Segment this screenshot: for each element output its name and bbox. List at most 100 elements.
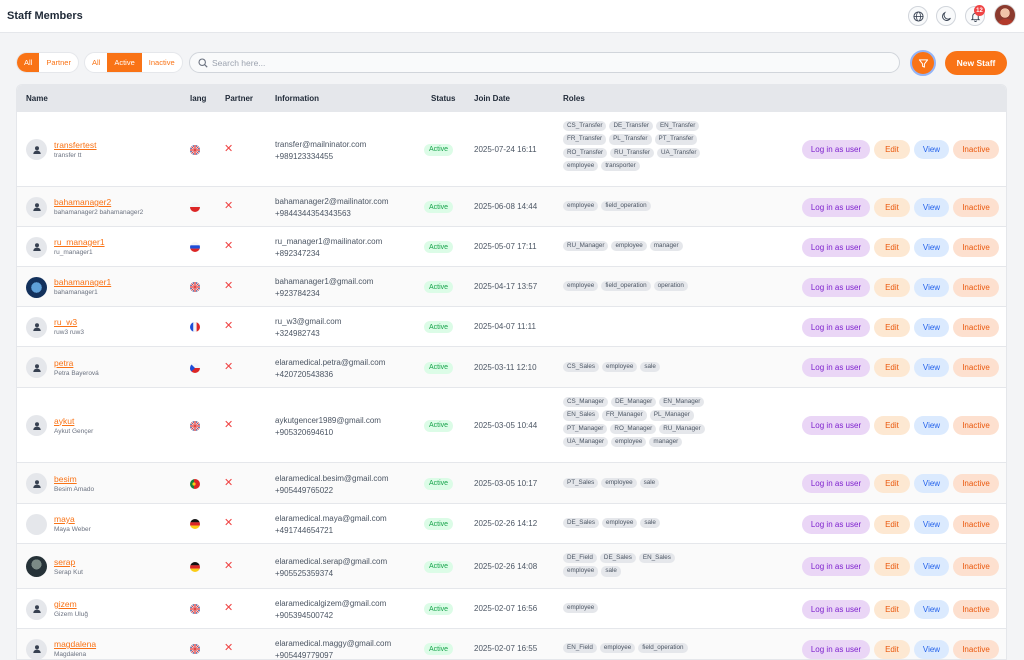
username-link[interactable]: ru_manager1 [54, 237, 105, 247]
view-button[interactable]: View [914, 317, 949, 337]
role-chip: PT_Sales [563, 477, 599, 488]
deactivate-button[interactable]: Inactive [953, 140, 999, 159]
deactivate-button[interactable]: Inactive [953, 237, 999, 257]
table-row: ru_manager1 ru_manager1 ✕ ru_manager1@maili… [17, 227, 1006, 267]
role-chip: employee [602, 518, 638, 529]
username-link[interactable]: bahamanager1 [54, 277, 111, 287]
view-button[interactable]: View [914, 358, 949, 377]
view-button[interactable]: View [914, 197, 949, 217]
deactivate-button[interactable]: Inactive [953, 474, 999, 493]
column-header-status[interactable]: Status [431, 94, 455, 103]
theme-toggle-button[interactable] [936, 6, 956, 26]
role-chip: sale [601, 566, 621, 577]
column-header-partner[interactable]: Partner [225, 94, 253, 103]
status-badge: Active [424, 477, 454, 490]
view-button[interactable]: View [914, 416, 949, 435]
deactivate-button[interactable]: Inactive [953, 358, 999, 377]
edit-button[interactable]: Edit [874, 474, 910, 493]
login-as-user-button[interactable]: Log in as user [802, 557, 870, 576]
edit-button[interactable]: Edit [874, 237, 910, 257]
phone-text: +905449765022 [275, 485, 334, 495]
login-as-user-button[interactable]: Log in as user [802, 317, 870, 337]
filter-status-all[interactable]: All [85, 53, 107, 72]
column-header-lang[interactable]: lang [190, 94, 206, 103]
edit-button[interactable]: Edit [874, 277, 910, 297]
edit-button[interactable]: Edit [874, 358, 910, 377]
login-as-user-button[interactable]: Log in as user [802, 277, 870, 297]
deactivate-button[interactable]: Inactive [953, 557, 999, 576]
login-as-user-button[interactable]: Log in as user [802, 474, 870, 493]
deactivate-button[interactable]: Inactive [953, 416, 999, 435]
email-text: ru_w3@gmail.com [275, 317, 342, 326]
table-row: bahamanager2 bahamanager2 bahamanager2 ✕ ba… [17, 187, 1006, 227]
login-as-user-button[interactable]: Log in as user [802, 599, 870, 619]
new-staff-button[interactable]: New Staff [945, 51, 1007, 75]
username-link[interactable]: magdalena [54, 639, 96, 649]
filter-status-active[interactable]: Active [107, 53, 142, 72]
view-button[interactable]: View [914, 277, 949, 297]
username-link[interactable]: aykut [54, 416, 74, 426]
view-button[interactable]: View [914, 514, 949, 534]
edit-button[interactable]: Edit [874, 416, 910, 435]
edit-button[interactable]: Edit [874, 317, 910, 337]
flag-de-icon [190, 561, 200, 572]
column-header-information[interactable]: Information [275, 94, 319, 103]
view-button[interactable]: View [914, 474, 949, 493]
partner-no-icon: ✕ [224, 360, 234, 373]
filter-type-all[interactable]: All [17, 53, 40, 72]
login-as-user-button[interactable]: Log in as user [802, 514, 870, 534]
login-as-user-button[interactable]: Log in as user [802, 358, 870, 377]
column-header-roles[interactable]: Roles [563, 94, 585, 103]
deactivate-button[interactable]: Inactive [953, 277, 999, 297]
deactivate-button[interactable]: Inactive [953, 599, 999, 619]
login-as-user-button[interactable]: Log in as user [802, 197, 870, 217]
deactivate-button[interactable]: Inactive [953, 197, 999, 217]
view-button[interactable]: View [914, 237, 949, 257]
avatar [26, 513, 47, 535]
avatar [26, 357, 47, 378]
column-header-name[interactable]: Name [26, 94, 48, 103]
login-as-user-button[interactable]: Log in as user [802, 140, 870, 159]
username-link[interactable]: transfertest [54, 140, 97, 150]
login-as-user-button[interactable]: Log in as user [802, 639, 870, 659]
user-icon [32, 243, 41, 251]
edit-button[interactable]: Edit [874, 197, 910, 217]
username-link[interactable]: maya [54, 514, 75, 524]
username-link[interactable]: serap [54, 557, 75, 567]
role-chip: manager [649, 436, 683, 448]
search-input[interactable] [212, 56, 892, 70]
globe-icon [912, 10, 924, 22]
username-link[interactable]: bahamanager2 [54, 197, 111, 207]
edit-button[interactable]: Edit [874, 140, 910, 159]
view-button[interactable]: View [914, 639, 949, 659]
column-header-join-date[interactable]: Join Date [474, 94, 510, 103]
login-as-user-button[interactable]: Log in as user [802, 237, 870, 257]
username-link[interactable]: gizem [54, 599, 77, 609]
deactivate-button[interactable]: Inactive [953, 317, 999, 337]
view-button[interactable]: View [914, 557, 949, 576]
role-chip: field_operation [638, 643, 688, 654]
view-button[interactable]: View [914, 140, 949, 159]
role-chip: DE_Manager [611, 397, 657, 408]
edit-button[interactable]: Edit [874, 557, 910, 576]
role-chip: DE_Sales [563, 518, 600, 529]
login-as-user-button[interactable]: Log in as user [802, 416, 870, 435]
status-badge: Active [424, 603, 454, 615]
username-link[interactable]: petra [54, 358, 73, 368]
edit-button[interactable]: Edit [874, 599, 910, 619]
filter-type-partner[interactable]: Partner [39, 53, 78, 72]
table-row: transfertest transfer tt ✕ transfer@mailnin… [17, 112, 1006, 187]
language-button[interactable] [908, 6, 928, 26]
advanced-filter-button[interactable] [910, 50, 936, 76]
full-name: Gizem Uluğ [54, 611, 88, 618]
deactivate-button[interactable]: Inactive [953, 514, 999, 534]
username-link[interactable]: ru_w3 [54, 317, 77, 327]
edit-button[interactable]: Edit [874, 639, 910, 659]
deactivate-button[interactable]: Inactive [953, 639, 999, 659]
username-link[interactable]: besim [54, 474, 77, 484]
edit-button[interactable]: Edit [874, 514, 910, 534]
user-avatar[interactable] [994, 4, 1016, 26]
role-chip: sale [639, 477, 660, 488]
view-button[interactable]: View [914, 599, 949, 619]
filter-status-inactive[interactable]: Inactive [142, 53, 182, 72]
